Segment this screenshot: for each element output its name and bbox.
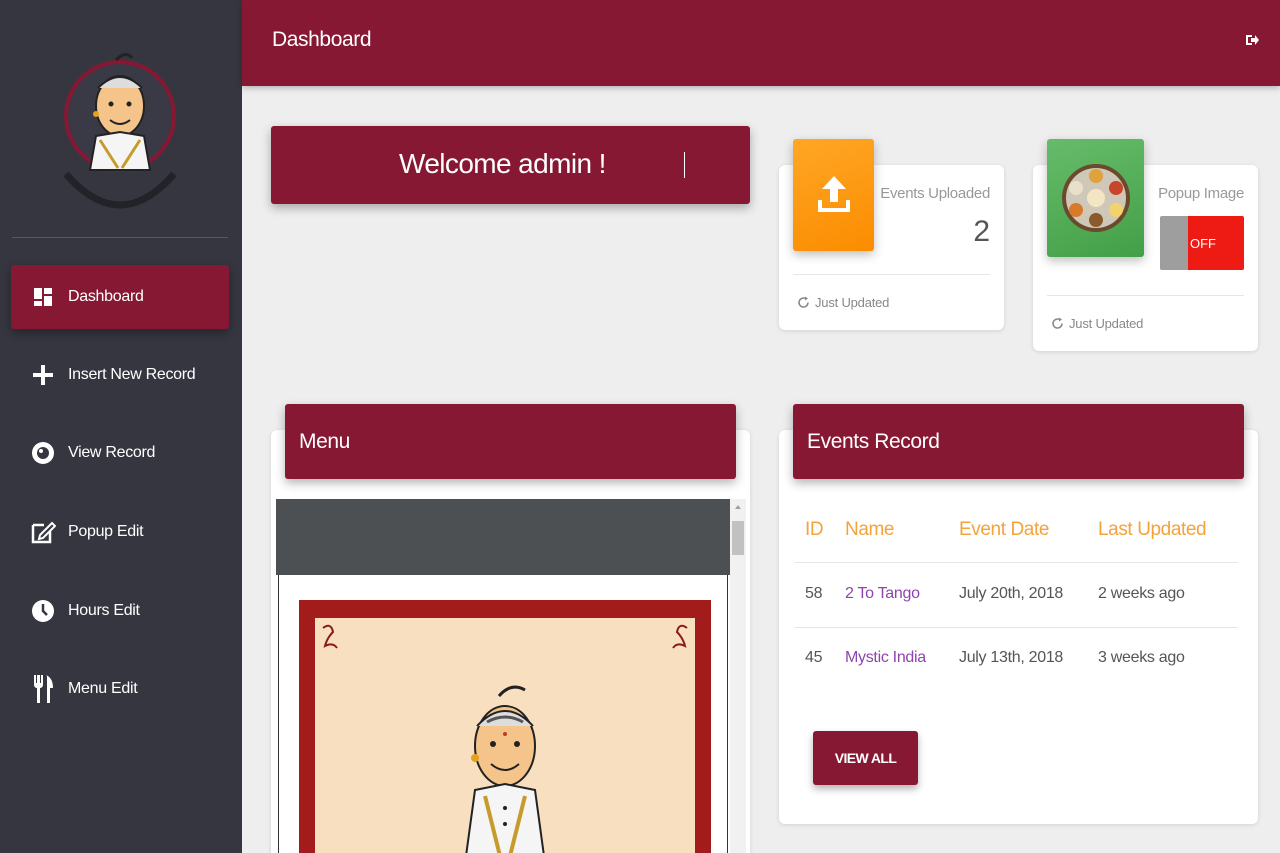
cell-id: 45 [805, 649, 823, 666]
sidebar-item-popup-edit[interactable]: Popup Edit [11, 500, 229, 564]
cell-last-updated: 2 weeks ago [1098, 585, 1185, 602]
top-bar: Dashboard [242, 0, 1280, 86]
sidebar-item-label: Popup Edit [68, 523, 144, 540]
stat-divider [793, 274, 990, 275]
events-card-title: Events Record [807, 429, 940, 453]
column-header-name: Name [845, 519, 895, 540]
menu-page [278, 575, 728, 853]
sidebar-item-label: Insert New Record [68, 366, 196, 383]
events-uploaded-value: 2 [973, 215, 990, 248]
dashboard-icon [26, 282, 60, 312]
column-header-last-updated: Last Updated [1098, 519, 1207, 540]
view-all-button[interactable]: VIEW ALL [813, 731, 918, 785]
menu-card-header: Menu [285, 404, 736, 479]
sidebar-item-dashboard[interactable]: Dashboard [11, 265, 229, 329]
cell-event-date: July 13th, 2018 [959, 649, 1064, 666]
plus-icon [26, 360, 60, 390]
sidebar-item-label: View Record [68, 444, 156, 461]
logo [60, 36, 180, 216]
sidebar-item-label: Menu Edit [68, 680, 138, 697]
logout-icon[interactable] [1244, 32, 1260, 48]
edit-icon [26, 517, 60, 547]
popup-image-toggle[interactable]: OFF [1160, 216, 1244, 270]
eye-icon [26, 438, 60, 468]
typing-cursor [684, 152, 685, 178]
cell-last-updated: 3 weeks ago [1098, 649, 1185, 666]
sidebar-item-view-record[interactable]: View Record [11, 421, 229, 485]
refresh-icon [1052, 317, 1063, 329]
menu-page-illustration [315, 618, 695, 853]
event-name-link[interactable]: 2 To Tango [845, 585, 920, 603]
viewer-toolbar [276, 499, 730, 575]
event-name-link[interactable]: Mystic India [845, 649, 926, 667]
table-divider [795, 562, 1238, 563]
popup-image-label: Popup Image [1158, 185, 1244, 202]
stat-footer-text: Just Updated [815, 295, 890, 310]
stat-footer-text: Just Updated [1069, 316, 1144, 331]
table-divider [795, 627, 1238, 628]
popup-image-footer: Just Updated [1051, 316, 1143, 331]
column-header-id: ID [805, 519, 824, 540]
clock-icon [26, 596, 60, 626]
menu-pdf-viewer[interactable] [276, 499, 746, 853]
scrollbar-thumb[interactable] [732, 521, 744, 555]
toggle-knob [1160, 216, 1188, 270]
sidebar-item-label: Hours Edit [68, 602, 140, 619]
refresh-icon [798, 296, 809, 308]
events-uploaded-footer: Just Updated [797, 295, 889, 310]
sidebar-item-hours-edit[interactable]: Hours Edit [11, 579, 229, 643]
welcome-banner: Welcome admin ! [271, 126, 750, 204]
sidebar-item-menu-edit[interactable]: Menu Edit [11, 657, 229, 721]
toggle-state: OFF [1188, 216, 1244, 270]
sidebar-divider [12, 237, 228, 238]
events-uploaded-label: Events Uploaded [880, 185, 990, 202]
menu-card-title: Menu [299, 429, 350, 453]
upload-icon [793, 139, 874, 251]
food-plate-image [1047, 139, 1144, 257]
stat-divider [1047, 295, 1244, 296]
events-card-header: Events Record [793, 404, 1244, 479]
column-header-event-date: Event Date [959, 519, 1049, 540]
sidebar: Dashboard Insert New Record View Record … [0, 0, 242, 853]
menu-page-border [299, 600, 711, 853]
cutlery-icon [26, 674, 60, 704]
page-title: Dashboard [272, 28, 372, 51]
cell-id: 58 [805, 585, 823, 602]
viewer-scrollbar[interactable] [730, 499, 746, 853]
sidebar-item-insert-new-record[interactable]: Insert New Record [11, 343, 229, 407]
sidebar-item-label: Dashboard [68, 288, 144, 305]
welcome-text: Welcome admin ! [399, 148, 606, 179]
cell-event-date: July 20th, 2018 [959, 585, 1064, 602]
